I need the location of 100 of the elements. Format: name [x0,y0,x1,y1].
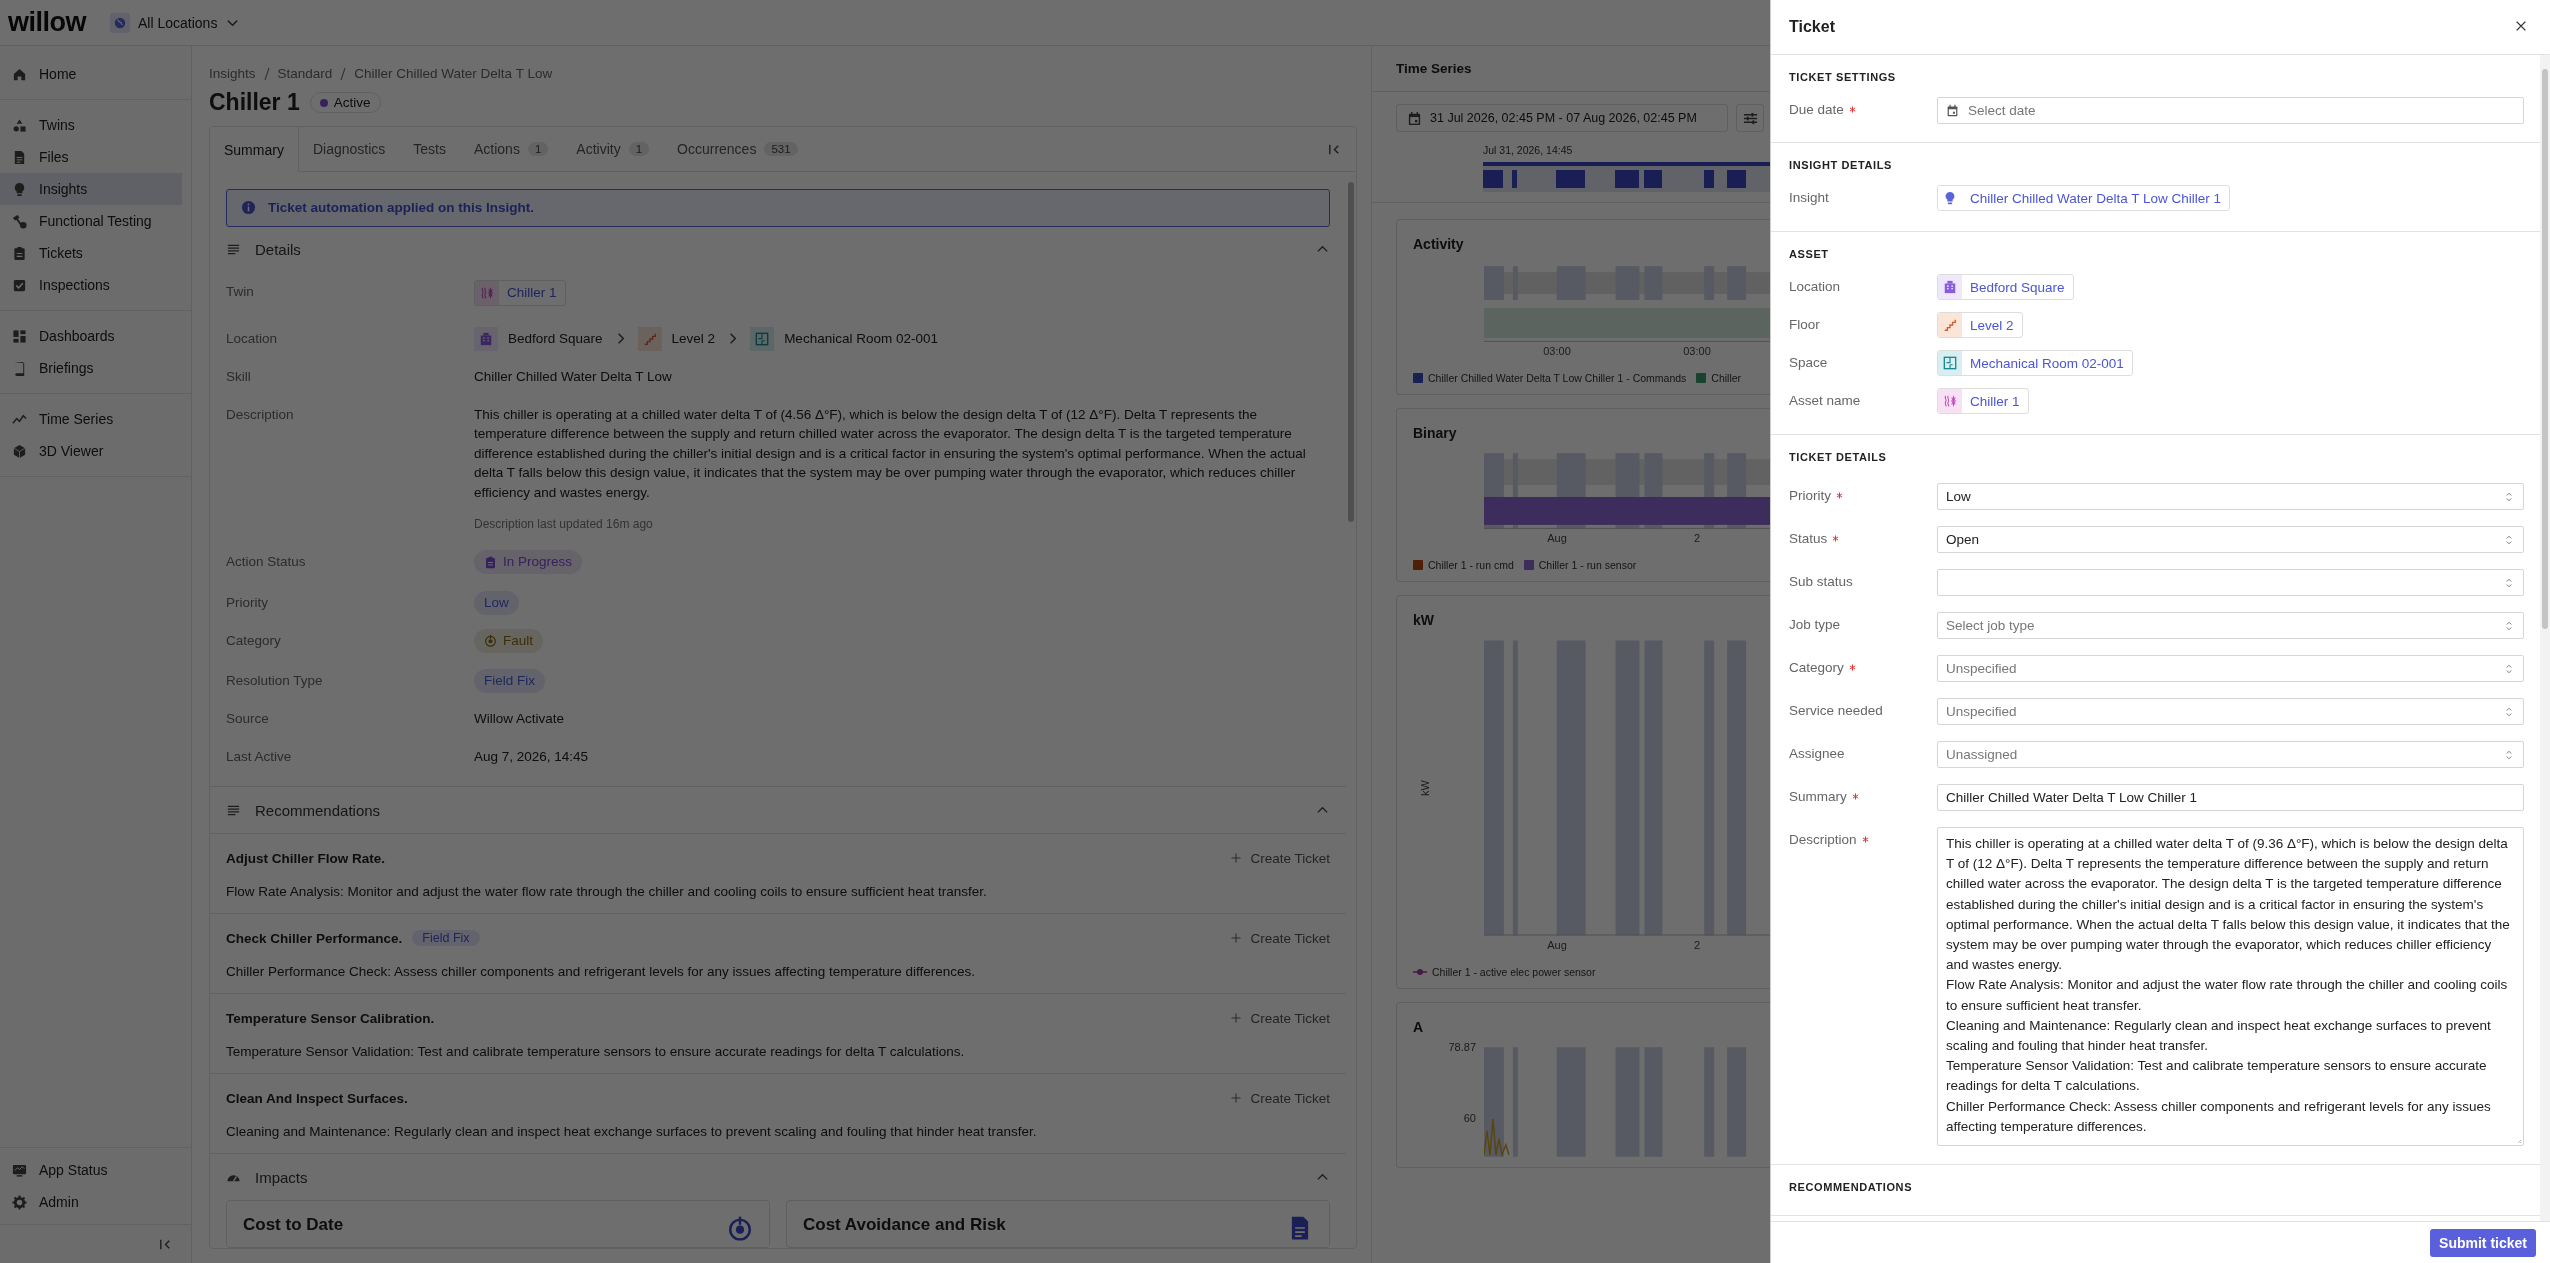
twin-link[interactable]: Chiller 1 [474,279,566,306]
tab[interactable]: Actions 1 [459,127,563,171]
entity-link[interactable]: Chiller Chilled Water Delta T Low Chiller 1 [1937,185,2231,211]
filter-button[interactable] [1736,104,1764,132]
stairs-icon [1938,313,1962,337]
select-field[interactable]: Open [1937,526,2524,553]
modal-backdrop[interactable] [0,0,1770,1263]
settings-icon [12,1194,27,1210]
location-link[interactable]: Mechanical Room 02-001 [750,326,938,351]
nav-item[interactable]: Insights [0,173,182,205]
description-field[interactable]: This chiller is operating at a chilled water delta T of (9.36 Δ°F), which is below the design delta T of (12 Δ°F). Delta T represents the temperature difference between the supply and return chilled water across the evaporator. The design delta T is the targeted temperature difference established during the chiller's initial design and is a critical factor in ensuring the system's optimal performance. When the actual delta T falls below this design value, it indicates that the system may be over pumping water through the evaporator, which reduces chiller efficiency and wastes energy. Flow Rate Analysis: Monitor and adjust the water flow rate through the chiller and cooling coils to ensure sufficient heat transfer. Cleaning and Maintenance: Regularly clean and inspect heat exchange surfaces to prevent scaling and fouling that hinder heat transfer. Temperature Sensor Validation: Test and calibrate temperature sensors to ensure accurate readings for delta T calculations. Chiller Performance Check: Assess chiller components and refrigerant levels for any issues affecting temperature differences. [1937,827,2524,1147]
axis-label: Aug [1547,939,1567,951]
section-heading: ASSET [1789,248,1830,260]
list-icon [226,242,241,257]
summary-field[interactable]: Chiller Chilled Water Delta T Low Chiller 1 [1937,784,2524,811]
impact-title: Cost Avoidance and Risk [803,1215,1006,1235]
book-icon [12,360,27,376]
entity-link[interactable]: Level 2 [1937,312,2023,338]
select-field[interactable]: Unspecified [1937,698,2524,725]
location-link[interactable]: Bedford Square [474,326,603,351]
nav-item[interactable]: Files [0,141,182,173]
date-range-button[interactable]: 31 Jul 2026, 02:45 PM - 07 Aug 2026, 02:45 PM [1396,104,1728,132]
nav-item[interactable]: Home [0,58,182,90]
field-label: Insight [1789,190,1829,205]
location-selector[interactable]: All Locations [110,12,241,33]
select-field[interactable] [1937,569,2524,596]
chart-title: A [1413,1019,1425,1035]
slash-icon [340,66,347,81]
sliders-icon [1742,110,1758,126]
entity-link[interactable]: Chiller 1 [1937,388,2029,414]
breadcrumb-link[interactable]: Standard [277,66,333,81]
legend-swatch [1413,373,1423,383]
logo[interactable]: willow [8,7,86,38]
nav-item[interactable]: Admin [0,1186,182,1218]
breadcrumb-link[interactable]: Chiller Chilled Water Delta T Low [354,66,553,81]
tab[interactable]: Occurrences 531 [663,127,812,171]
section-title: Details [255,241,301,258]
nav-item[interactable]: Dashboards [0,320,182,352]
create-ticket-button[interactable]: Create Ticket [1230,1010,1330,1026]
breadcrumb-link[interactable]: Insights [209,66,256,81]
recommendation-text: Temperature Sensor Validation: Test and calibrate temperature sensors to ensure accurate readings for delta T calculations. [226,1044,966,1059]
nav-item[interactable]: Functional Testing [0,205,182,237]
detail-label: Location [226,329,279,348]
globe-icon [110,12,130,33]
chart-title: Activity [1413,236,1465,252]
recommendation-title: Check Chiller Performance. [226,930,403,946]
resolution-tag: Field Fix [412,930,480,946]
section-title: Impacts [255,1168,308,1186]
floor-plan-icon [1938,351,1962,375]
timeline-drawing[interactable] [1483,162,1770,192]
nav-item[interactable]: Twins [0,109,182,141]
status-tag: In Progress [474,550,583,574]
select-field[interactable]: Unspecified [1937,655,2524,682]
tab[interactable]: Summary [210,127,299,172]
select-field[interactable]: Low [1937,483,2524,510]
create-ticket-button[interactable]: Create Ticket [1230,1090,1330,1106]
detail-label: Action Status [226,553,307,571]
entity-link[interactable]: Bedford Square [1937,274,2074,300]
current-line [1484,1118,1510,1157]
calendar-icon [1407,110,1422,126]
location-link[interactable]: Level 2 [637,326,716,351]
axis-label: 2 [1693,939,1701,951]
axis-label: 2 [1693,532,1701,544]
date-field[interactable]: Select date [1937,97,2524,124]
select-field[interactable]: Unassigned [1937,741,2524,768]
legend-swatch [1413,560,1423,570]
field-label: Sub status [1789,574,1853,589]
submit-button[interactable]: Submit ticket [2430,1228,2536,1257]
target-icon [484,634,497,647]
nav-item[interactable]: 3D Viewer [0,435,182,467]
field-label: Status [1789,531,1828,546]
slash-icon [263,66,270,81]
entity-link[interactable]: Mechanical Room 02-001 [1937,350,2133,376]
create-ticket-button[interactable]: Create Ticket [1230,930,1330,946]
field-label: Floor [1789,317,1820,332]
nav-item[interactable]: App Status [0,1154,182,1186]
axis-label: kW [1419,780,1431,796]
select-field[interactable]: Select job type [1937,612,2524,639]
monitor-icon [12,1162,27,1178]
axis-label: 78.87 [1448,1041,1476,1053]
clipboard-icon [484,555,497,569]
tab[interactable]: Tests [399,127,460,171]
legend-label: Chiller 1 - active elec power sensor [1432,966,1596,978]
tab[interactable]: Activity 1 [562,127,664,171]
plus-icon [1230,932,1243,944]
nav-item[interactable]: Briefings [0,352,182,384]
detail-label: Twin [226,282,255,301]
checkbox-icon [12,277,27,293]
description-note: Description last updated 16m ago [474,516,654,533]
field-label: Job type [1789,617,1841,632]
tab[interactable]: Diagnostics [298,127,400,171]
nav-item[interactable]: Tickets [0,237,182,269]
home-icon [12,66,27,82]
grid-icon [12,328,27,344]
nav-item[interactable]: Time Series [0,403,182,435]
nav-item[interactable]: Inspections [0,269,182,301]
detail-label: Resolution Type [226,672,324,690]
recommendation-title: Adjust Chiller Flow Rate. [226,850,385,866]
create-ticket-button[interactable]: Create Ticket [1230,850,1330,866]
chart-title: kW [1413,612,1435,628]
